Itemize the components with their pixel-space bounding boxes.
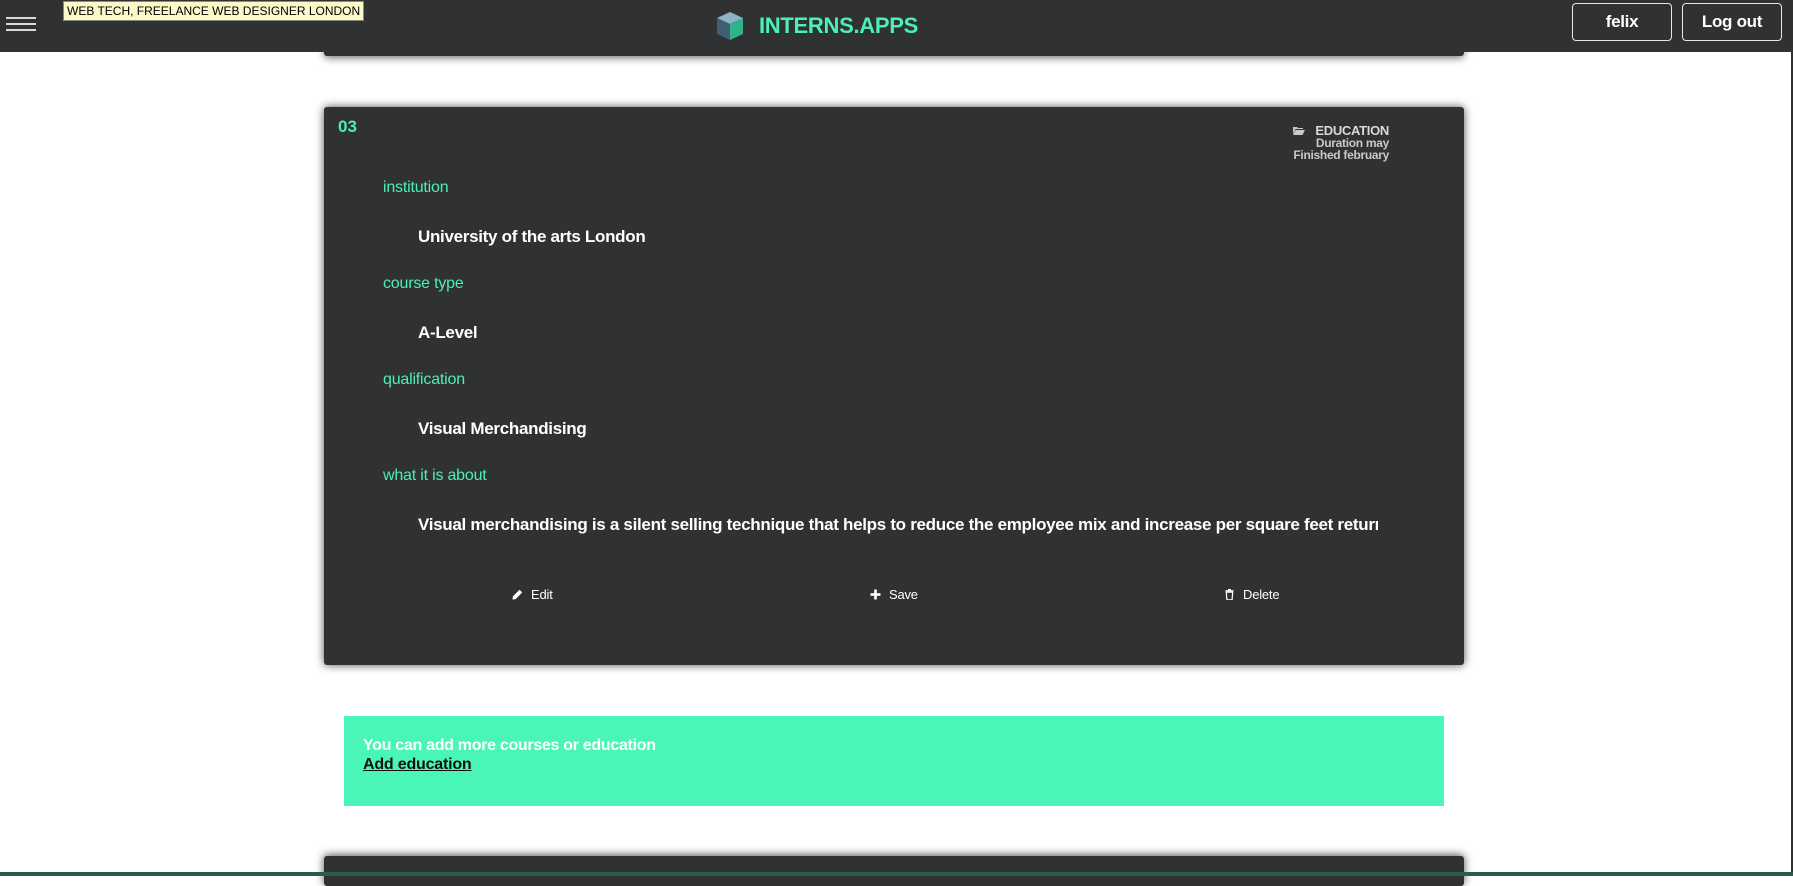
cube-icon — [717, 12, 743, 40]
edit-label: Edit — [531, 587, 553, 602]
card-number: 03 — [338, 117, 357, 136]
education-card: 03 EDUCATION Duration may Finished febru… — [324, 107, 1464, 665]
trash-icon — [1225, 589, 1234, 600]
menu-icon[interactable] — [6, 13, 36, 35]
plus-icon — [870, 589, 881, 600]
meta-finished: Finished february — [1293, 148, 1389, 162]
tooltip: WEB TECH, FREELANCE WEB DESIGNER LONDON — [63, 1, 365, 21]
field-value-qualification: Visual Merchandising — [418, 419, 587, 438]
delete-button[interactable]: Delete — [1224, 587, 1280, 602]
field-value-institution: University of the arts London — [418, 227, 646, 246]
card-meta: EDUCATION Duration may Finished february — [1293, 124, 1389, 162]
field-label-about: what it is about — [383, 467, 487, 484]
field-label-course-type: course type — [383, 275, 464, 292]
user-button[interactable]: felix — [1572, 3, 1672, 41]
field-value-about: Visual merchandising is a silent selling… — [418, 515, 1378, 534]
brand-name: INTERNS.APPS — [759, 13, 918, 38]
save-label: Save — [889, 587, 918, 602]
next-card — [324, 856, 1464, 886]
bottom-strip — [0, 872, 1793, 876]
field-value-course-type: A-Level — [418, 323, 478, 342]
logout-button[interactable]: Log out — [1682, 3, 1782, 41]
add-education-link[interactable]: Add education — [363, 755, 1425, 775]
add-education-notice: You can add more courses or education Ad… — [344, 716, 1444, 806]
field-label-qualification: qualification — [383, 371, 465, 388]
save-button[interactable]: Save — [870, 587, 918, 602]
delete-label: Delete — [1243, 587, 1280, 602]
notice-text: You can add more courses or education — [363, 737, 656, 754]
edit-button[interactable]: Edit — [512, 587, 553, 602]
card-actions: Edit Save Delete — [324, 587, 1464, 611]
brand-logo[interactable]: INTERNS.APPS — [714, 6, 918, 46]
folder-open-icon — [1293, 127, 1306, 135]
field-label-institution: institution — [383, 179, 449, 196]
pencil-icon — [512, 589, 523, 600]
